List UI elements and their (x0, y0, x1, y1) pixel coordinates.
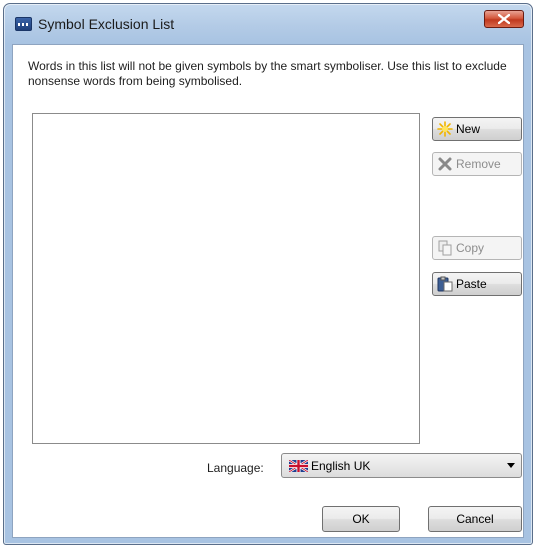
title-bar[interactable]: Symbol Exclusion List (4, 4, 532, 44)
remove-button-label: Remove (456, 157, 501, 171)
app-icon (15, 17, 32, 31)
close-icon (498, 14, 510, 24)
new-star-icon (437, 121, 453, 137)
copy-icon (437, 240, 453, 256)
language-select[interactable]: English UK (281, 453, 522, 478)
remove-button[interactable]: Remove (432, 152, 522, 176)
new-button-label: New (456, 122, 481, 136)
chevron-down-icon (507, 463, 515, 468)
copy-button[interactable]: Copy (432, 236, 522, 260)
cancel-button[interactable]: Cancel (428, 506, 522, 532)
description-text: Words in this list will not be given sym… (28, 59, 507, 88)
ok-button-label: OK (352, 512, 370, 526)
new-button[interactable]: New (432, 117, 522, 141)
remove-x-icon (437, 156, 453, 172)
close-button[interactable] (484, 10, 524, 28)
dialog-body: Words in this list will not be given sym… (12, 44, 524, 538)
window-title: Symbol Exclusion List (38, 16, 175, 32)
uk-flag-icon (288, 458, 309, 473)
exclusion-word-list[interactable] (32, 113, 420, 444)
paste-button-label: Paste (456, 277, 487, 291)
paste-button[interactable]: Paste (432, 272, 522, 296)
paste-icon (437, 276, 453, 292)
dialog-window: Symbol Exclusion List Words in this list… (3, 3, 533, 545)
copy-button-label: Copy (456, 241, 485, 255)
cancel-button-label: Cancel (456, 512, 494, 526)
language-label: Language: (207, 461, 264, 475)
language-selected-value: English UK (311, 458, 371, 473)
ok-button[interactable]: OK (322, 506, 400, 532)
